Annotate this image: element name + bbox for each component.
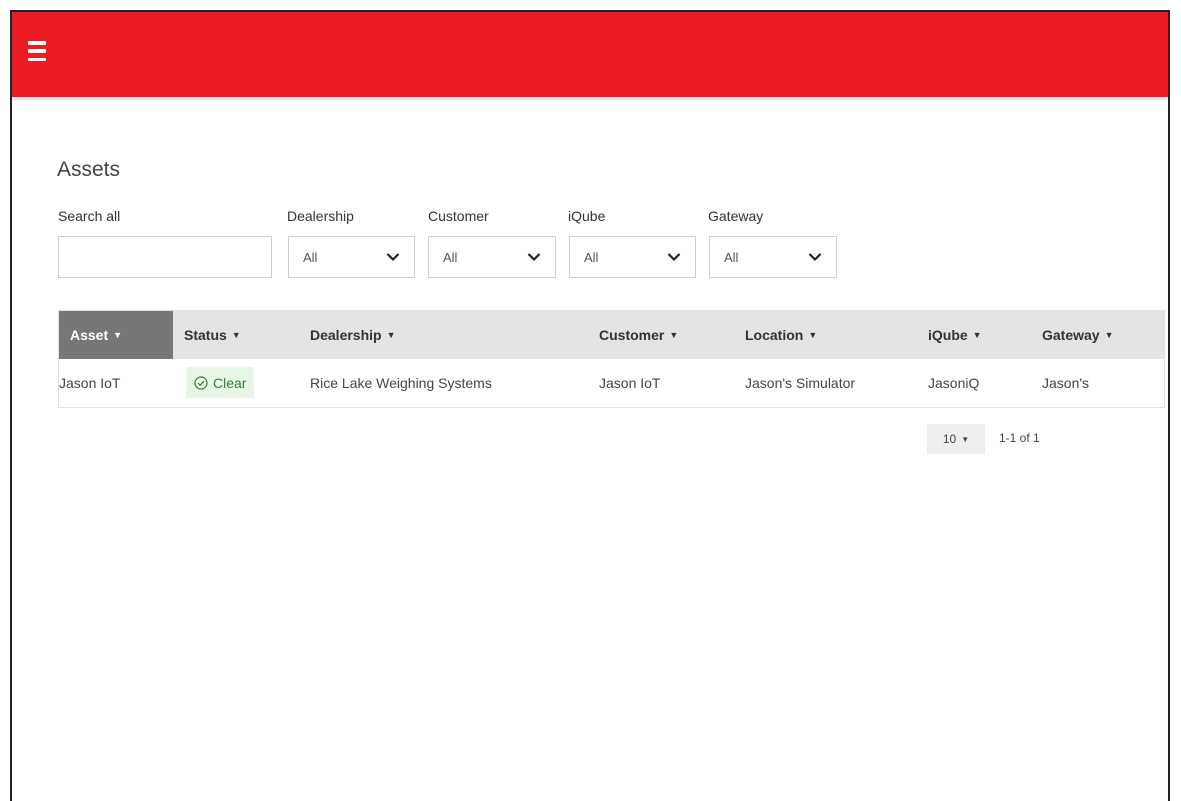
cell-gateway: Jason's	[1042, 375, 1090, 391]
gateway-select[interactable]: All	[709, 236, 837, 278]
sort-caret-icon: ▼	[808, 330, 818, 340]
chevron-down-icon	[527, 253, 541, 262]
check-circle-icon	[194, 375, 208, 390]
search-label: Search all	[58, 208, 121, 224]
table-row[interactable]: Jason IoT Clear Rice Lake Weighing Syste…	[59, 359, 1164, 407]
page-size-select[interactable]: 10 ▼	[927, 424, 985, 454]
page-title: Assets	[57, 158, 121, 181]
cell-location: Jason's Simulator	[745, 375, 856, 391]
table-header: Asset ▼ Status ▼ Dealership ▼ Customer ▼ Loc…	[59, 311, 1164, 359]
sort-caret-icon: ▼	[1104, 330, 1114, 340]
status-text: Clear	[213, 374, 247, 391]
caret-down-icon: ▼	[961, 434, 970, 444]
column-header-status[interactable]: Status ▼	[184, 311, 241, 359]
sort-caret-icon: ▼	[231, 330, 241, 340]
gateway-select-value: All	[724, 249, 739, 265]
dealership-select-value: All	[303, 249, 318, 265]
sort-caret-icon: ▼	[972, 330, 982, 340]
cell-iqube: JasoniQ	[928, 375, 980, 391]
customer-select[interactable]: All	[428, 236, 556, 278]
status-badge: Clear	[186, 367, 255, 398]
column-header-iqube[interactable]: iQube ▼	[928, 311, 982, 359]
iqube-select[interactable]: All	[569, 236, 696, 278]
column-header-asset[interactable]: Asset ▼	[59, 311, 173, 359]
dealership-select[interactable]: All	[288, 236, 415, 278]
chevron-down-icon	[667, 253, 681, 262]
dealership-filter-label: Dealership	[287, 208, 354, 224]
sort-caret-icon: ▼	[113, 330, 123, 340]
column-header-dealership[interactable]: Dealership ▼	[310, 311, 396, 359]
pagination-range: 1-1 of 1	[999, 431, 1040, 445]
app-window: Assets Search all Dealership Customer iQ…	[10, 10, 1170, 801]
hamburger-menu-icon[interactable]	[28, 39, 54, 63]
iqube-filter-label: iQube	[568, 208, 606, 224]
cell-dealership: Rice Lake Weighing Systems	[310, 375, 492, 391]
cell-customer: Jason IoT	[599, 375, 661, 391]
search-input[interactable]	[58, 236, 272, 278]
gateway-filter-label: Gateway	[708, 208, 764, 224]
customer-select-value: All	[443, 249, 458, 265]
iqube-select-value: All	[584, 249, 599, 265]
column-header-gateway[interactable]: Gateway ▼	[1042, 311, 1114, 359]
column-header-location[interactable]: Location ▼	[745, 311, 817, 359]
sort-caret-icon: ▼	[669, 330, 679, 340]
customer-filter-label: Customer	[428, 208, 489, 224]
chevron-down-icon	[386, 253, 400, 262]
cell-asset: Jason IoT	[59, 375, 121, 391]
sort-caret-icon: ▼	[386, 330, 396, 340]
assets-table: Asset ▼ Status ▼ Dealership ▼ Customer ▼ Loc…	[58, 310, 1165, 408]
column-header-customer[interactable]: Customer ▼	[599, 311, 678, 359]
top-bar	[12, 12, 1168, 97]
chevron-down-icon	[808, 253, 822, 262]
